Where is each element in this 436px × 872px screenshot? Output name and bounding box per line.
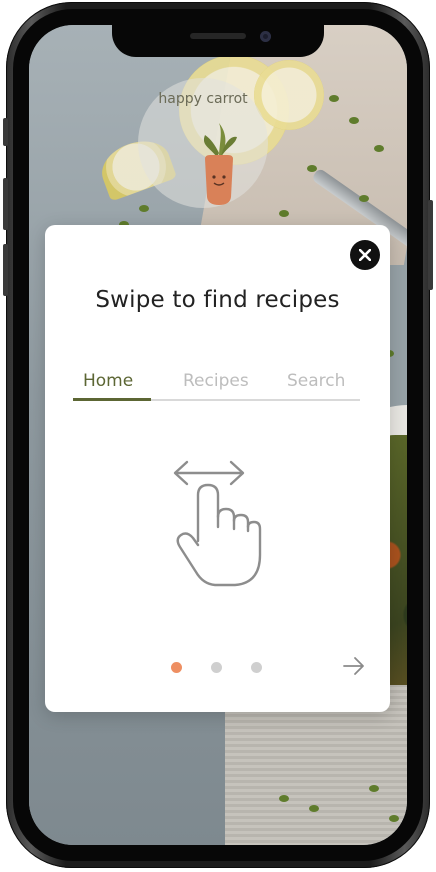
- page-dot-2[interactable]: [211, 662, 222, 673]
- herb-leaf: [359, 195, 369, 202]
- herb-leaf: [369, 785, 379, 792]
- page-indicator: [171, 662, 262, 674]
- herb-leaf: [307, 165, 317, 172]
- silent-switch: [3, 118, 8, 146]
- tab-recipes[interactable]: Recipes: [183, 371, 249, 391]
- close-button[interactable]: [350, 240, 380, 270]
- front-camera: [260, 31, 271, 42]
- herb-leaf: [279, 210, 289, 217]
- next-button[interactable]: [341, 655, 367, 679]
- close-icon: [359, 249, 371, 261]
- earpiece-speaker: [190, 33, 246, 39]
- herb-leaf: [279, 795, 289, 802]
- app-logo-text: happy carrot: [158, 91, 248, 107]
- arrow-right-icon: [343, 656, 364, 675]
- page-dot-3[interactable]: [251, 662, 262, 673]
- page-dot-1[interactable]: [171, 662, 182, 673]
- herb-leaf: [374, 145, 384, 152]
- herb-leaf: [329, 95, 339, 102]
- onboarding-modal: Swipe to find recipes Home Recipes Searc…: [45, 225, 390, 712]
- power-button: [428, 200, 433, 290]
- carrot-logo-icon: [203, 123, 237, 205]
- herb-leaf: [139, 205, 149, 212]
- tab-home[interactable]: Home: [83, 371, 133, 391]
- tab-bar: Home Recipes Search: [73, 371, 361, 401]
- volume-down-button: [3, 244, 8, 296]
- herb-leaf: [349, 117, 359, 124]
- swipe-gesture-icon: [173, 460, 262, 587]
- modal-title: Swipe to find recipes: [95, 287, 340, 313]
- active-tab-indicator: [73, 398, 151, 401]
- phone-notch: [112, 25, 324, 57]
- volume-up-button: [3, 178, 8, 230]
- herb-leaf: [389, 815, 399, 822]
- herb-leaf: [309, 805, 319, 812]
- tab-search[interactable]: Search: [287, 371, 345, 391]
